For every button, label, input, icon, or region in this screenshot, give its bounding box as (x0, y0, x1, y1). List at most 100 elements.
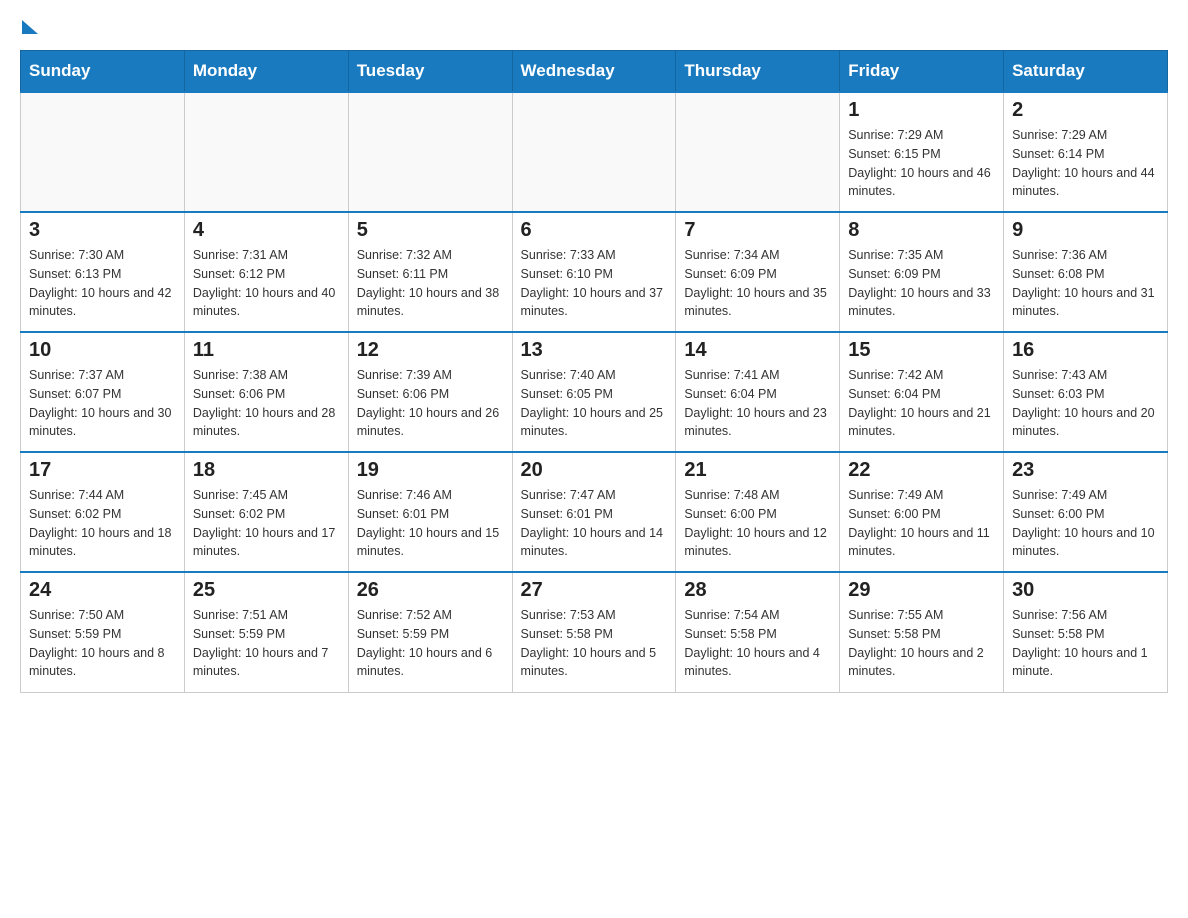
calendar-cell: 3 Sunrise: 7:30 AMSunset: 6:13 PMDaylight… (21, 212, 185, 332)
calendar-cell: 19Sunrise: 7:46 AMSunset: 6:01 PMDayligh… (348, 452, 512, 572)
day-number: 3 (29, 219, 176, 242)
day-info: Sunrise: 7:45 AMSunset: 6:02 PMDaylight:… (193, 486, 340, 561)
calendar-cell: 7Sunrise: 7:34 AMSunset: 6:09 PMDaylight… (676, 212, 840, 332)
calendar-cell: 14 Sunrise: 7:41 AMSunset: 6:04 PMDayligh… (676, 332, 840, 452)
weekday-header-wednesday: Wednesday (512, 51, 676, 93)
day-info: Sunrise: 7:30 AMSunset: 6:13 PMDaylight:… (29, 246, 176, 321)
calendar-cell: 8 Sunrise: 7:35 AMSunset: 6:09 PMDaylight… (840, 212, 1004, 332)
day-info: Sunrise: 7:56 AMSunset: 5:58 PMDaylight:… (1012, 606, 1159, 681)
day-number: 29 (848, 579, 995, 602)
day-info: Sunrise: 7:35 AMSunset: 6:09 PMDaylight:… (848, 246, 995, 321)
day-number: 22 (848, 459, 995, 482)
calendar-cell: 25 Sunrise: 7:51 AMSunset: 5:59 PMDayligh… (184, 572, 348, 692)
day-number: 26 (357, 579, 504, 602)
day-number: 14 (684, 339, 831, 362)
calendar-cell (676, 92, 840, 212)
week-row-5: 24 Sunrise: 7:50 AMSunset: 5:59 PMDayligh… (21, 572, 1168, 692)
calendar-cell: 1 Sunrise: 7:29 AMSunset: 6:15 PMDaylight… (840, 92, 1004, 212)
day-info: Sunrise: 7:42 AMSunset: 6:04 PMDaylight:… (848, 366, 995, 441)
day-number: 12 (357, 339, 504, 362)
calendar-cell: 28 Sunrise: 7:54 AMSunset: 5:58 PMDayligh… (676, 572, 840, 692)
day-info: Sunrise: 7:29 AMSunset: 6:14 PMDaylight:… (1012, 126, 1159, 201)
day-info: Sunrise: 7:36 AMSunset: 6:08 PMDaylight:… (1012, 246, 1159, 321)
day-number: 25 (193, 579, 340, 602)
weekday-header-thursday: Thursday (676, 51, 840, 93)
calendar-cell: 9 Sunrise: 7:36 AMSunset: 6:08 PMDaylight… (1004, 212, 1168, 332)
day-info: Sunrise: 7:37 AMSunset: 6:07 PMDaylight:… (29, 366, 176, 441)
day-info: Sunrise: 7:34 AMSunset: 6:09 PMDaylight:… (684, 246, 831, 321)
day-info: Sunrise: 7:39 AMSunset: 6:06 PMDaylight:… (357, 366, 504, 441)
day-info: Sunrise: 7:50 AMSunset: 5:59 PMDaylight:… (29, 606, 176, 681)
calendar-cell: 5Sunrise: 7:32 AMSunset: 6:11 PMDaylight… (348, 212, 512, 332)
calendar-cell: 29 Sunrise: 7:55 AMSunset: 5:58 PMDayligh… (840, 572, 1004, 692)
calendar-cell: 15 Sunrise: 7:42 AMSunset: 6:04 PMDayligh… (840, 332, 1004, 452)
day-info: Sunrise: 7:48 AMSunset: 6:00 PMDaylight:… (684, 486, 831, 561)
day-number: 10 (29, 339, 176, 362)
weekday-header-tuesday: Tuesday (348, 51, 512, 93)
day-info: Sunrise: 7:43 AMSunset: 6:03 PMDaylight:… (1012, 366, 1159, 441)
weekday-header-sunday: Sunday (21, 51, 185, 93)
calendar-cell (512, 92, 676, 212)
day-number: 21 (684, 459, 831, 482)
day-number: 28 (684, 579, 831, 602)
day-info: Sunrise: 7:41 AMSunset: 6:04 PMDaylight:… (684, 366, 831, 441)
calendar-cell: 18 Sunrise: 7:45 AMSunset: 6:02 PMDayligh… (184, 452, 348, 572)
day-number: 8 (848, 219, 995, 242)
day-number: 6 (521, 219, 668, 242)
calendar-cell: 22Sunrise: 7:49 AMSunset: 6:00 PMDayligh… (840, 452, 1004, 572)
calendar-cell: 23 Sunrise: 7:49 AMSunset: 6:00 PMDayligh… (1004, 452, 1168, 572)
logo-arrow-icon (22, 20, 38, 34)
logo (20, 20, 38, 34)
day-number: 11 (193, 339, 340, 362)
week-row-4: 17 Sunrise: 7:44 AMSunset: 6:02 PMDayligh… (21, 452, 1168, 572)
day-info: Sunrise: 7:54 AMSunset: 5:58 PMDaylight:… (684, 606, 831, 681)
calendar-table: SundayMondayTuesdayWednesdayThursdayFrid… (20, 50, 1168, 693)
calendar-cell: 4 Sunrise: 7:31 AMSunset: 6:12 PMDaylight… (184, 212, 348, 332)
weekday-header-row: SundayMondayTuesdayWednesdayThursdayFrid… (21, 51, 1168, 93)
day-number: 2 (1012, 99, 1159, 122)
day-number: 13 (521, 339, 668, 362)
calendar-cell: 10 Sunrise: 7:37 AMSunset: 6:07 PMDayligh… (21, 332, 185, 452)
week-row-2: 3 Sunrise: 7:30 AMSunset: 6:13 PMDaylight… (21, 212, 1168, 332)
calendar-cell: 21 Sunrise: 7:48 AMSunset: 6:00 PMDayligh… (676, 452, 840, 572)
calendar-cell (184, 92, 348, 212)
day-info: Sunrise: 7:29 AMSunset: 6:15 PMDaylight:… (848, 126, 995, 201)
day-info: Sunrise: 7:31 AMSunset: 6:12 PMDaylight:… (193, 246, 340, 321)
calendar-cell: 11 Sunrise: 7:38 AMSunset: 6:06 PMDayligh… (184, 332, 348, 452)
day-number: 4 (193, 219, 340, 242)
calendar-cell: 16 Sunrise: 7:43 AMSunset: 6:03 PMDayligh… (1004, 332, 1168, 452)
day-info: Sunrise: 7:32 AMSunset: 6:11 PMDaylight:… (357, 246, 504, 321)
day-info: Sunrise: 7:40 AMSunset: 6:05 PMDaylight:… (521, 366, 668, 441)
calendar-cell: 26 Sunrise: 7:52 AMSunset: 5:59 PMDayligh… (348, 572, 512, 692)
day-info: Sunrise: 7:49 AMSunset: 6:00 PMDaylight:… (1012, 486, 1159, 561)
day-info: Sunrise: 7:46 AMSunset: 6:01 PMDaylight:… (357, 486, 504, 561)
calendar-cell: 12 Sunrise: 7:39 AMSunset: 6:06 PMDayligh… (348, 332, 512, 452)
day-number: 30 (1012, 579, 1159, 602)
day-number: 24 (29, 579, 176, 602)
day-number: 16 (1012, 339, 1159, 362)
day-number: 20 (521, 459, 668, 482)
day-number: 1 (848, 99, 995, 122)
day-number: 18 (193, 459, 340, 482)
weekday-header-saturday: Saturday (1004, 51, 1168, 93)
day-info: Sunrise: 7:51 AMSunset: 5:59 PMDaylight:… (193, 606, 340, 681)
day-info: Sunrise: 7:47 AMSunset: 6:01 PMDaylight:… (521, 486, 668, 561)
page-header (20, 20, 1168, 34)
calendar-cell: 27Sunrise: 7:53 AMSunset: 5:58 PMDayligh… (512, 572, 676, 692)
week-row-1: 1 Sunrise: 7:29 AMSunset: 6:15 PMDaylight… (21, 92, 1168, 212)
day-info: Sunrise: 7:44 AMSunset: 6:02 PMDaylight:… (29, 486, 176, 561)
calendar-cell: 6Sunrise: 7:33 AMSunset: 6:10 PMDaylight… (512, 212, 676, 332)
day-info: Sunrise: 7:52 AMSunset: 5:59 PMDaylight:… (357, 606, 504, 681)
day-info: Sunrise: 7:38 AMSunset: 6:06 PMDaylight:… (193, 366, 340, 441)
day-number: 17 (29, 459, 176, 482)
day-number: 15 (848, 339, 995, 362)
calendar-cell: 30 Sunrise: 7:56 AMSunset: 5:58 PMDayligh… (1004, 572, 1168, 692)
calendar-cell: 24 Sunrise: 7:50 AMSunset: 5:59 PMDayligh… (21, 572, 185, 692)
calendar-cell (348, 92, 512, 212)
day-number: 23 (1012, 459, 1159, 482)
weekday-header-monday: Monday (184, 51, 348, 93)
day-info: Sunrise: 7:53 AMSunset: 5:58 PMDaylight:… (521, 606, 668, 681)
day-number: 9 (1012, 219, 1159, 242)
day-info: Sunrise: 7:55 AMSunset: 5:58 PMDaylight:… (848, 606, 995, 681)
calendar-cell (21, 92, 185, 212)
